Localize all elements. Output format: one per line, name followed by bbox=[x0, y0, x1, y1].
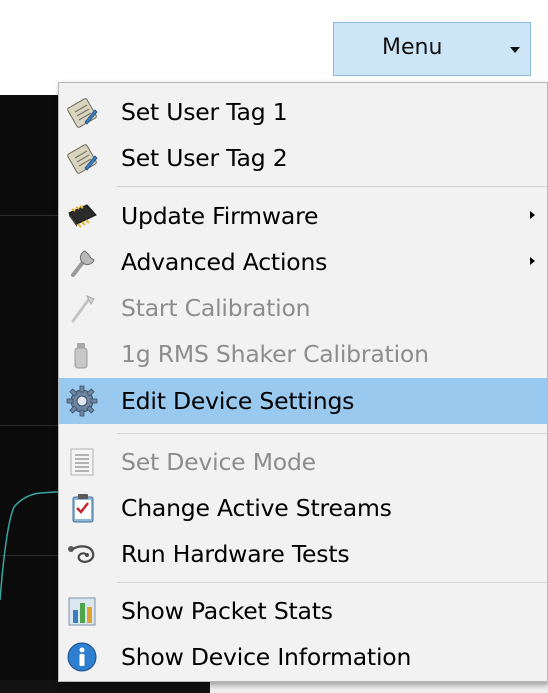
menu-item-shaker-calibration[interactable]: 1g RMS Shaker Calibration bbox=[59, 331, 547, 377]
clipboard-checklist-icon bbox=[72, 494, 94, 523]
menu-item-set-device-mode[interactable]: Set Device Mode bbox=[59, 439, 547, 485]
menu-item-label: Change Active Streams bbox=[121, 494, 392, 522]
list-icon bbox=[70, 448, 94, 476]
menu-separator bbox=[117, 433, 547, 434]
menu-item-label: Show Device Information bbox=[121, 643, 412, 671]
menu-item-label: Advanced Actions bbox=[121, 248, 328, 276]
dropdown-menu: Set User Tag 1 Set User Tag 2 Update Fir… bbox=[58, 82, 548, 682]
submenu-arrow-icon bbox=[530, 257, 535, 265]
menu-item-label: Start Calibration bbox=[121, 294, 311, 322]
menu-item-show-packet-stats[interactable]: Show Packet Stats bbox=[59, 588, 547, 634]
notepad-pencil-icon bbox=[67, 144, 98, 174]
menu-item-start-calibration[interactable]: Start Calibration bbox=[59, 285, 547, 331]
menu-item-label: Set User Tag 1 bbox=[121, 98, 288, 126]
menu-item-label: Set Device Mode bbox=[121, 448, 316, 476]
menu-separator bbox=[117, 582, 547, 583]
menu-item-advanced-actions[interactable]: Advanced Actions bbox=[59, 239, 547, 285]
menu-item-run-hardware-tests[interactable]: Run Hardware Tests bbox=[59, 531, 547, 577]
menu-item-set-user-tag-1[interactable]: Set User Tag 1 bbox=[59, 89, 547, 135]
submenu-arrow-icon bbox=[530, 211, 535, 219]
menu-button-label: Menu bbox=[382, 35, 443, 60]
menu-button[interactable]: Menu bbox=[333, 22, 531, 76]
menu-item-label: Update Firmware bbox=[121, 202, 319, 230]
menu-item-show-device-information[interactable]: Show Device Information bbox=[59, 634, 547, 680]
menu-item-label: Edit Device Settings bbox=[121, 387, 355, 415]
menu-item-label: Set User Tag 2 bbox=[121, 144, 288, 172]
menu-item-set-user-tag-2[interactable]: Set User Tag 2 bbox=[59, 135, 547, 181]
chevron-down-icon bbox=[510, 47, 520, 53]
menu-item-label: Show Packet Stats bbox=[121, 597, 333, 625]
menu-item-edit-device-settings[interactable]: Edit Device Settings bbox=[59, 378, 547, 424]
wrench-icon bbox=[71, 250, 95, 277]
menu-item-label: Run Hardware Tests bbox=[121, 540, 350, 568]
notepad-pencil-icon bbox=[67, 98, 98, 128]
menu-separator bbox=[117, 186, 547, 187]
menu-item-label: 1g RMS Shaker Calibration bbox=[121, 340, 429, 368]
shaker-icon bbox=[74, 343, 88, 369]
menu-item-change-active-streams[interactable]: Change Active Streams bbox=[59, 485, 547, 531]
bar-chart-icon bbox=[68, 597, 96, 626]
stethoscope-icon bbox=[68, 545, 95, 563]
chip-icon bbox=[68, 204, 97, 228]
gear-icon bbox=[66, 385, 98, 417]
calibration-tool-icon bbox=[71, 295, 95, 323]
info-icon bbox=[67, 642, 97, 672]
menu-item-update-firmware[interactable]: Update Firmware bbox=[59, 193, 547, 239]
